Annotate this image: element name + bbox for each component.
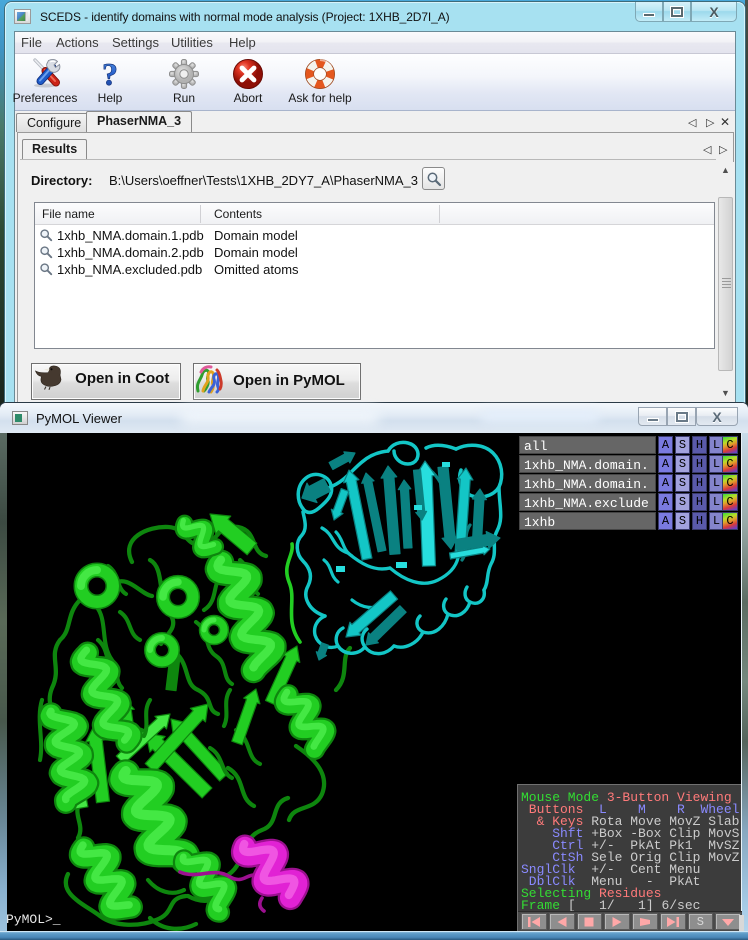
svg-text:?: ? <box>102 58 118 90</box>
